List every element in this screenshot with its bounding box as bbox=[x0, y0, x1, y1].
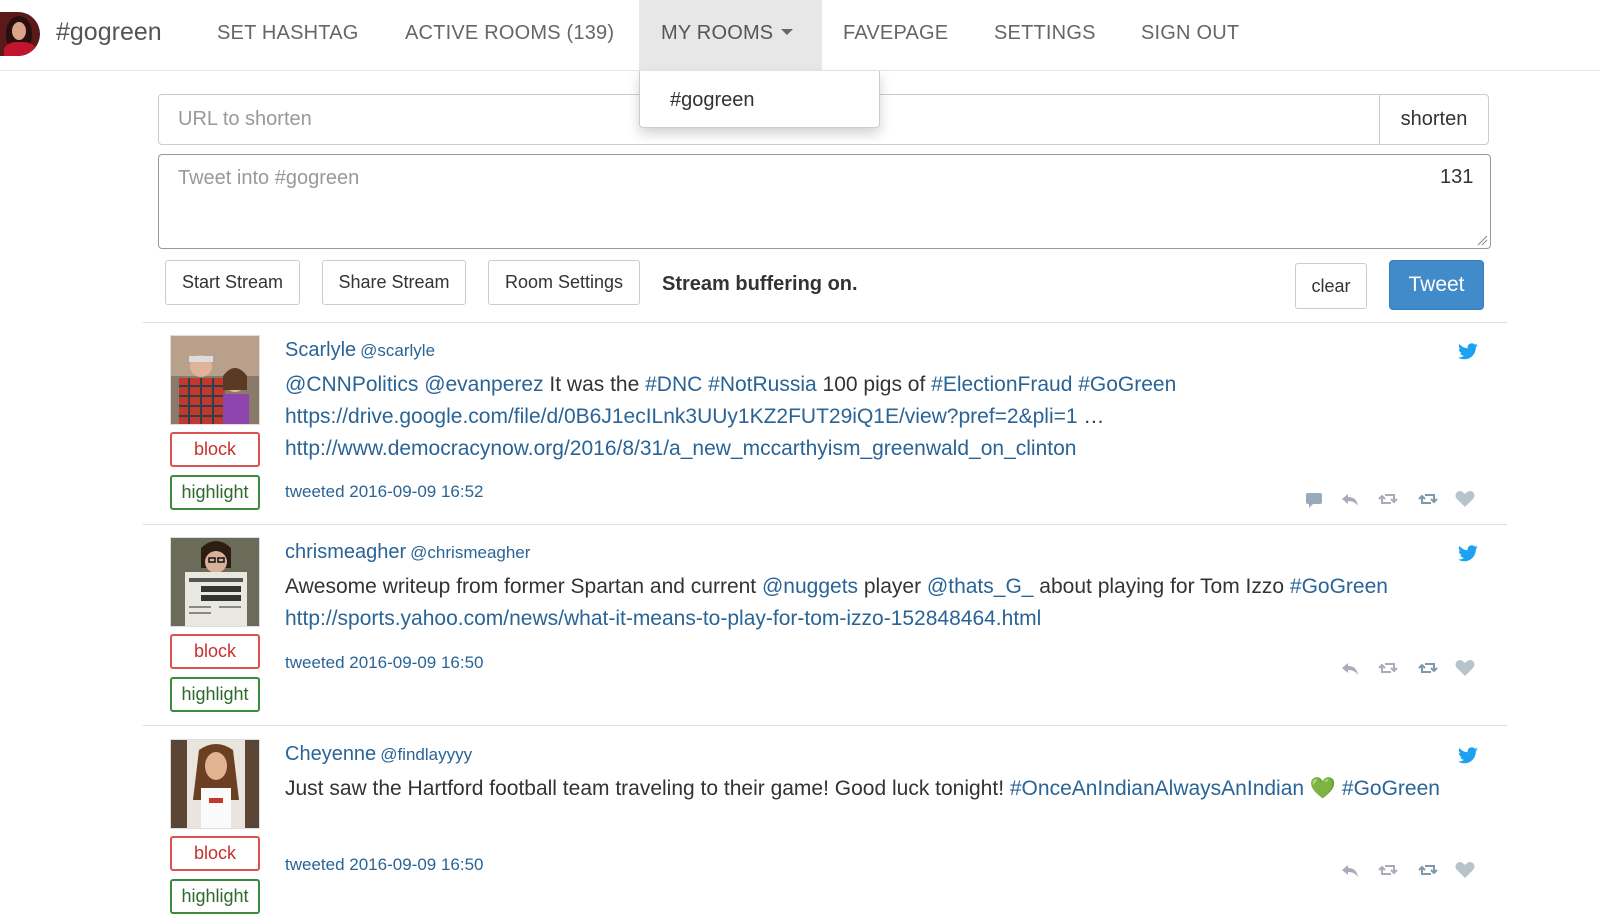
tweet-actions bbox=[1303, 488, 1483, 512]
twitter-bird-icon[interactable] bbox=[1457, 747, 1479, 765]
tweet-text-segment: Just saw the Hartford football team trav… bbox=[285, 777, 1010, 800]
highlight-button[interactable]: highlight bbox=[170, 879, 260, 914]
author-handle[interactable]: @findlayyyy bbox=[380, 745, 472, 764]
twitter-bird-icon[interactable] bbox=[1457, 545, 1479, 563]
twitter-bird-icon[interactable] bbox=[1457, 343, 1479, 361]
tweet-link[interactable]: #DNC bbox=[645, 373, 702, 396]
tweet-text-segment: Awesome writeup from former Spartan and … bbox=[285, 575, 762, 598]
nav-my-rooms-label: MY ROOMS bbox=[661, 22, 774, 44]
dropdown-item-gogreen[interactable]: #gogreen bbox=[670, 89, 755, 112]
tweet-link[interactable]: http://sports.yahoo.com/news/what-it-mea… bbox=[285, 607, 1041, 630]
tweet-link[interactable]: #GoGreen bbox=[1078, 373, 1176, 396]
author-name[interactable]: Cheyenne bbox=[285, 743, 376, 765]
share-stream-button[interactable]: Share Stream bbox=[322, 260, 466, 305]
tweet-actions bbox=[1339, 859, 1483, 883]
heart-icon[interactable] bbox=[1454, 657, 1476, 679]
tweet-item: block highlight chrismeagher @chrismeaghe… bbox=[143, 537, 1507, 737]
stream-status: Stream buffering on. bbox=[662, 273, 858, 295]
tweet-link[interactable]: @CNNPolitics bbox=[285, 373, 418, 396]
start-stream-button[interactable]: Start Stream bbox=[165, 260, 300, 305]
retweet-icon[interactable] bbox=[1377, 859, 1399, 881]
retweet-count-icon[interactable] bbox=[1417, 859, 1439, 881]
tweet-text-segment: … bbox=[1077, 405, 1105, 428]
tweet-text-segment: about playing for Tom Izzo bbox=[1033, 575, 1290, 598]
tweet-timestamp[interactable]: tweeted 2016-09-09 16:52 bbox=[285, 482, 484, 502]
highlight-button[interactable]: highlight bbox=[170, 475, 260, 510]
brand-title[interactable]: #gogreen bbox=[56, 18, 162, 47]
divider bbox=[143, 524, 1507, 525]
block-button[interactable]: block bbox=[170, 836, 260, 871]
nav-my-rooms[interactable]: MY ROOMS bbox=[639, 0, 822, 71]
tweet-link[interactable]: #NotRussia bbox=[708, 373, 817, 396]
resize-grip-icon[interactable] bbox=[1476, 234, 1488, 246]
author-handle[interactable]: @scarlyle bbox=[360, 341, 435, 360]
tweet-author: Cheyenne @findlayyyy bbox=[285, 743, 472, 766]
tweet-link[interactable]: http://www.democracynow.org/2016/8/31/a_… bbox=[285, 437, 1076, 460]
tweet-text: Just saw the Hartford football team trav… bbox=[285, 773, 1480, 805]
author-handle[interactable]: @chrismeagher bbox=[410, 543, 530, 562]
block-button[interactable]: block bbox=[170, 634, 260, 669]
tweet-item: block highlight Scarlyle @scarlyle @CNNPo… bbox=[143, 335, 1507, 535]
navbar: #gogreen SET HASHTAG ACTIVE ROOMS (139) … bbox=[0, 0, 1600, 71]
tweet-link[interactable]: @thats_G_ bbox=[927, 575, 1034, 598]
char-count: 131 bbox=[1440, 166, 1474, 188]
my-rooms-dropdown: #gogreen bbox=[639, 71, 880, 128]
block-button[interactable]: block bbox=[170, 432, 260, 467]
tweet-avatar[interactable] bbox=[170, 335, 260, 425]
tweet-author: Scarlyle @scarlyle bbox=[285, 339, 435, 362]
room-settings-button[interactable]: Room Settings bbox=[488, 260, 640, 305]
tweet-textarea[interactable]: Tweet into #gogreen bbox=[158, 154, 1491, 249]
caret-down-icon bbox=[781, 29, 794, 36]
nav-set-hashtag[interactable]: SET HASHTAG bbox=[217, 0, 359, 71]
retweet-count-icon[interactable] bbox=[1417, 488, 1439, 510]
tweet-author: chrismeagher @chrismeagher bbox=[285, 541, 530, 564]
nav-sign-out[interactable]: SIGN OUT bbox=[1141, 0, 1239, 71]
shorten-button[interactable]: shorten bbox=[1379, 94, 1489, 145]
retweet-icon[interactable] bbox=[1377, 488, 1399, 510]
tweet-link[interactable]: @nuggets bbox=[762, 575, 858, 598]
retweet-count-icon[interactable] bbox=[1417, 657, 1439, 679]
tweet-link[interactable]: https://drive.google.com/file/d/0B6J1ecI… bbox=[285, 405, 1078, 428]
reply-icon[interactable] bbox=[1339, 488, 1361, 510]
author-name[interactable]: chrismeagher bbox=[285, 541, 406, 563]
highlight-button[interactable]: highlight bbox=[170, 677, 260, 712]
tweet-link[interactable]: #GoGreen bbox=[1342, 777, 1440, 800]
tweet-text-segment: player bbox=[858, 575, 927, 598]
tweet-placeholder: Tweet into #gogreen bbox=[178, 167, 360, 189]
heart-icon[interactable] bbox=[1454, 488, 1476, 510]
tweet-text-segment: 💚 bbox=[1304, 777, 1342, 800]
tweet-text-segment: 100 pigs of bbox=[816, 373, 932, 396]
nav-active-rooms[interactable]: ACTIVE ROOMS (139) bbox=[405, 0, 614, 71]
tweet-avatar[interactable] bbox=[170, 537, 260, 627]
tweet-text: @CNNPolitics @evanperez It was the #DNC … bbox=[285, 369, 1480, 465]
user-avatar[interactable] bbox=[0, 12, 40, 56]
tweet-timestamp[interactable]: tweeted 2016-09-09 16:50 bbox=[285, 653, 484, 673]
comment-icon[interactable] bbox=[1303, 488, 1325, 510]
tweet-button[interactable]: Tweet bbox=[1389, 260, 1484, 310]
tweet-text-segment: It was the bbox=[543, 373, 646, 396]
author-name[interactable]: Scarlyle bbox=[285, 339, 356, 361]
nav-settings[interactable]: SETTINGS bbox=[994, 0, 1096, 71]
reply-icon[interactable] bbox=[1339, 657, 1361, 679]
divider bbox=[143, 725, 1507, 726]
retweet-icon[interactable] bbox=[1377, 657, 1399, 679]
tweet-link[interactable]: #GoGreen bbox=[1290, 575, 1388, 598]
tweet-link[interactable]: @evanperez bbox=[424, 373, 543, 396]
tweet-avatar[interactable] bbox=[170, 739, 260, 829]
tweet-link[interactable]: #OnceAnIndianAlwaysAnIndian bbox=[1010, 777, 1304, 800]
clear-button[interactable]: clear bbox=[1295, 263, 1367, 309]
nav-favepage[interactable]: FAVEPAGE bbox=[843, 0, 948, 71]
heart-icon[interactable] bbox=[1454, 859, 1476, 881]
tweet-item: block highlight Cheyenne @findlayyyy Just… bbox=[143, 739, 1507, 914]
divider bbox=[143, 322, 1507, 323]
tweet-timestamp[interactable]: tweeted 2016-09-09 16:50 bbox=[285, 855, 484, 875]
reply-icon[interactable] bbox=[1339, 859, 1361, 881]
tweet-actions bbox=[1339, 657, 1483, 681]
tweet-text: Awesome writeup from former Spartan and … bbox=[285, 571, 1480, 635]
tweet-link[interactable]: #ElectionFraud bbox=[931, 373, 1072, 396]
